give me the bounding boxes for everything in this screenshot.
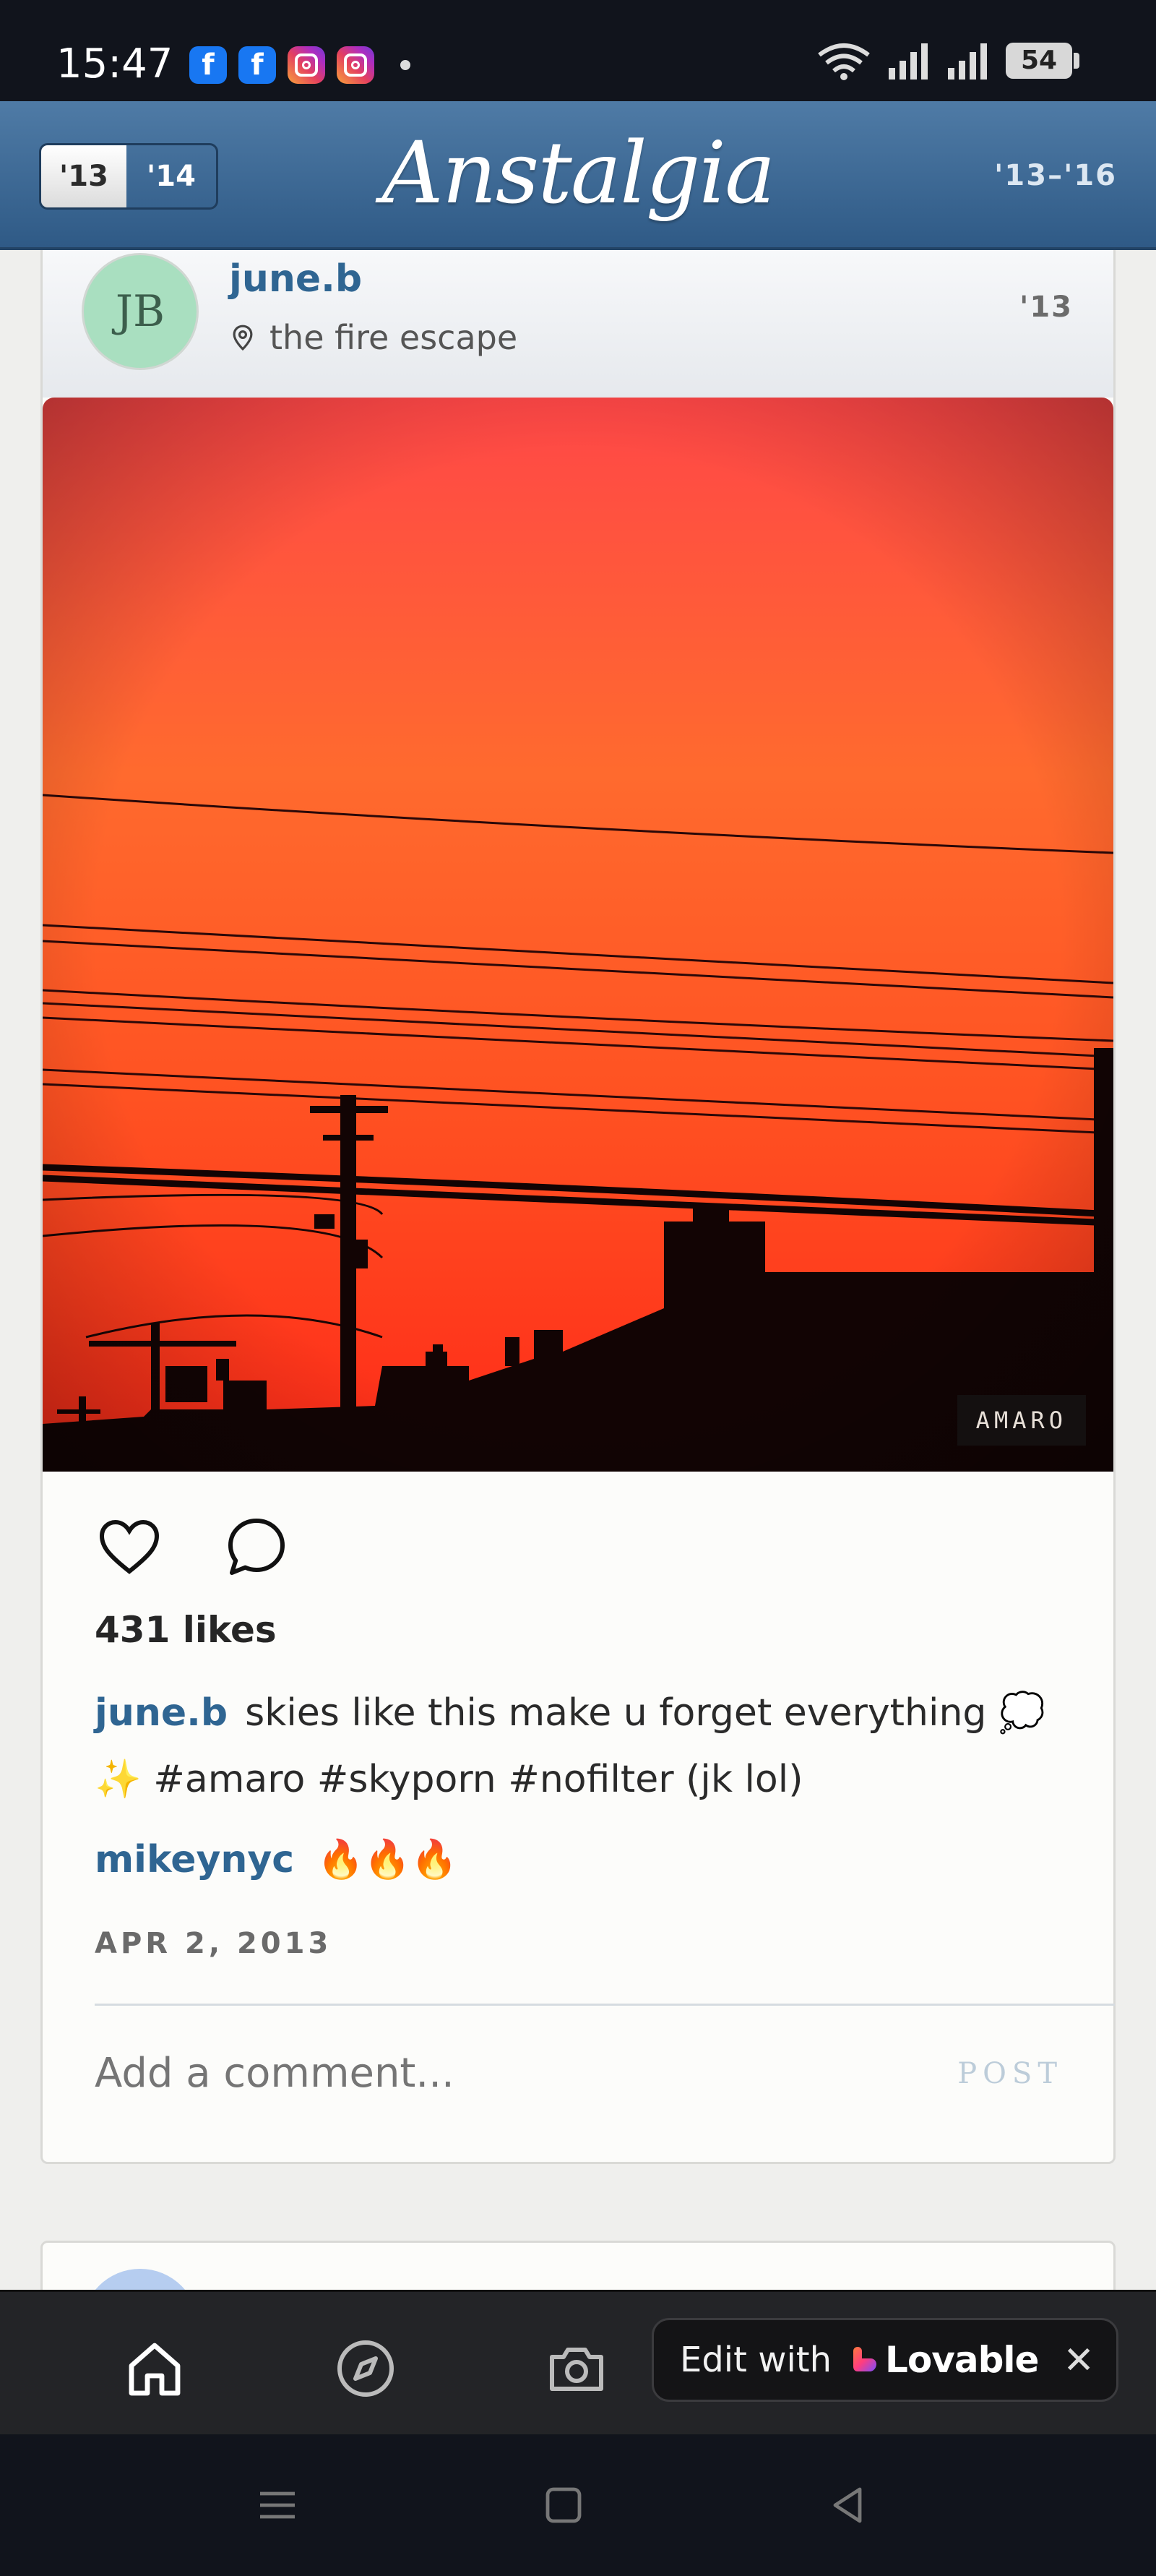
year-range: '13–'16 [994,159,1117,192]
camera-icon[interactable] [542,2334,611,2403]
lovable-brand: Lovable [885,2339,1039,2381]
post-username[interactable]: june.b [229,257,362,301]
notification-icons: f f [189,46,410,84]
wifi-icon [818,43,870,80]
post-date: APR 2, 2013 [95,1927,332,1960]
post-card: JB june.b the fire escape '13 AMARO 431 … [40,250,1116,2164]
facebook-icon: f [238,46,276,84]
post-comment-button[interactable]: POST [957,2057,1063,2090]
sunset-photo [43,398,1113,1472]
bottom-nav: Edit with Lovable ✕ [0,2290,1156,2434]
system-navigation-bar [0,2434,1156,2576]
edit-with-lovable-badge[interactable]: Edit with Lovable ✕ [652,2318,1118,2402]
comment-text: 🔥🔥🔥 [317,1838,458,1881]
comment-icon[interactable] [222,1512,291,1581]
caption-text: skies like this make u forget everything… [95,1691,1045,1801]
close-icon[interactable]: ✕ [1063,2340,1095,2381]
home-square-icon[interactable] [540,2482,587,2528]
location-label: the fire escape [269,318,518,357]
location-pin-icon [233,325,253,351]
filter-tag: AMARO [957,1395,1086,1446]
facebook-icon: f [189,46,227,84]
comment-input[interactable] [95,2050,889,2097]
post-header: JB june.b the fire escape '13 [43,250,1113,398]
back-icon[interactable] [825,2482,871,2528]
app-logo: Anstalgia [381,123,776,223]
signal-icon [889,43,928,80]
post-photo[interactable]: AMARO [43,398,1113,1472]
status-bar: 15:47 f f 54 [0,0,1156,101]
instagram-icon [288,46,325,84]
lovable-prefix: Edit with [680,2340,832,2380]
lovable-logo-icon [853,2347,877,2371]
post-year: '13 [1019,291,1073,324]
post-caption: june.b skies like this make u forget ever… [95,1680,1092,1813]
divider [95,2004,1115,2006]
post-actions [95,1512,291,1581]
comment-username[interactable]: mikeynyc [95,1838,294,1881]
status-indicators: 54 [816,40,1079,81]
comment-item: mikeynyc 🔥🔥🔥 [95,1837,457,1881]
heart-icon[interactable] [95,1512,164,1581]
avatar[interactable]: JB [82,253,199,370]
app-header: '13 '14 Anstalgia '13–'16 [0,101,1156,250]
signal-icon [948,43,987,80]
menu-icon[interactable] [254,2482,301,2528]
battery-icon: 54 [1006,43,1079,79]
more-notifications-dot [400,60,410,70]
instagram-icon [337,46,374,84]
explore-icon[interactable] [331,2334,400,2403]
post-location[interactable]: the fire escape [229,318,517,357]
home-icon[interactable] [120,2334,189,2403]
likes-count[interactable]: 431 likes [95,1609,277,1651]
caption-username[interactable]: june.b [95,1691,228,1735]
status-time: 15:47 [56,40,173,87]
